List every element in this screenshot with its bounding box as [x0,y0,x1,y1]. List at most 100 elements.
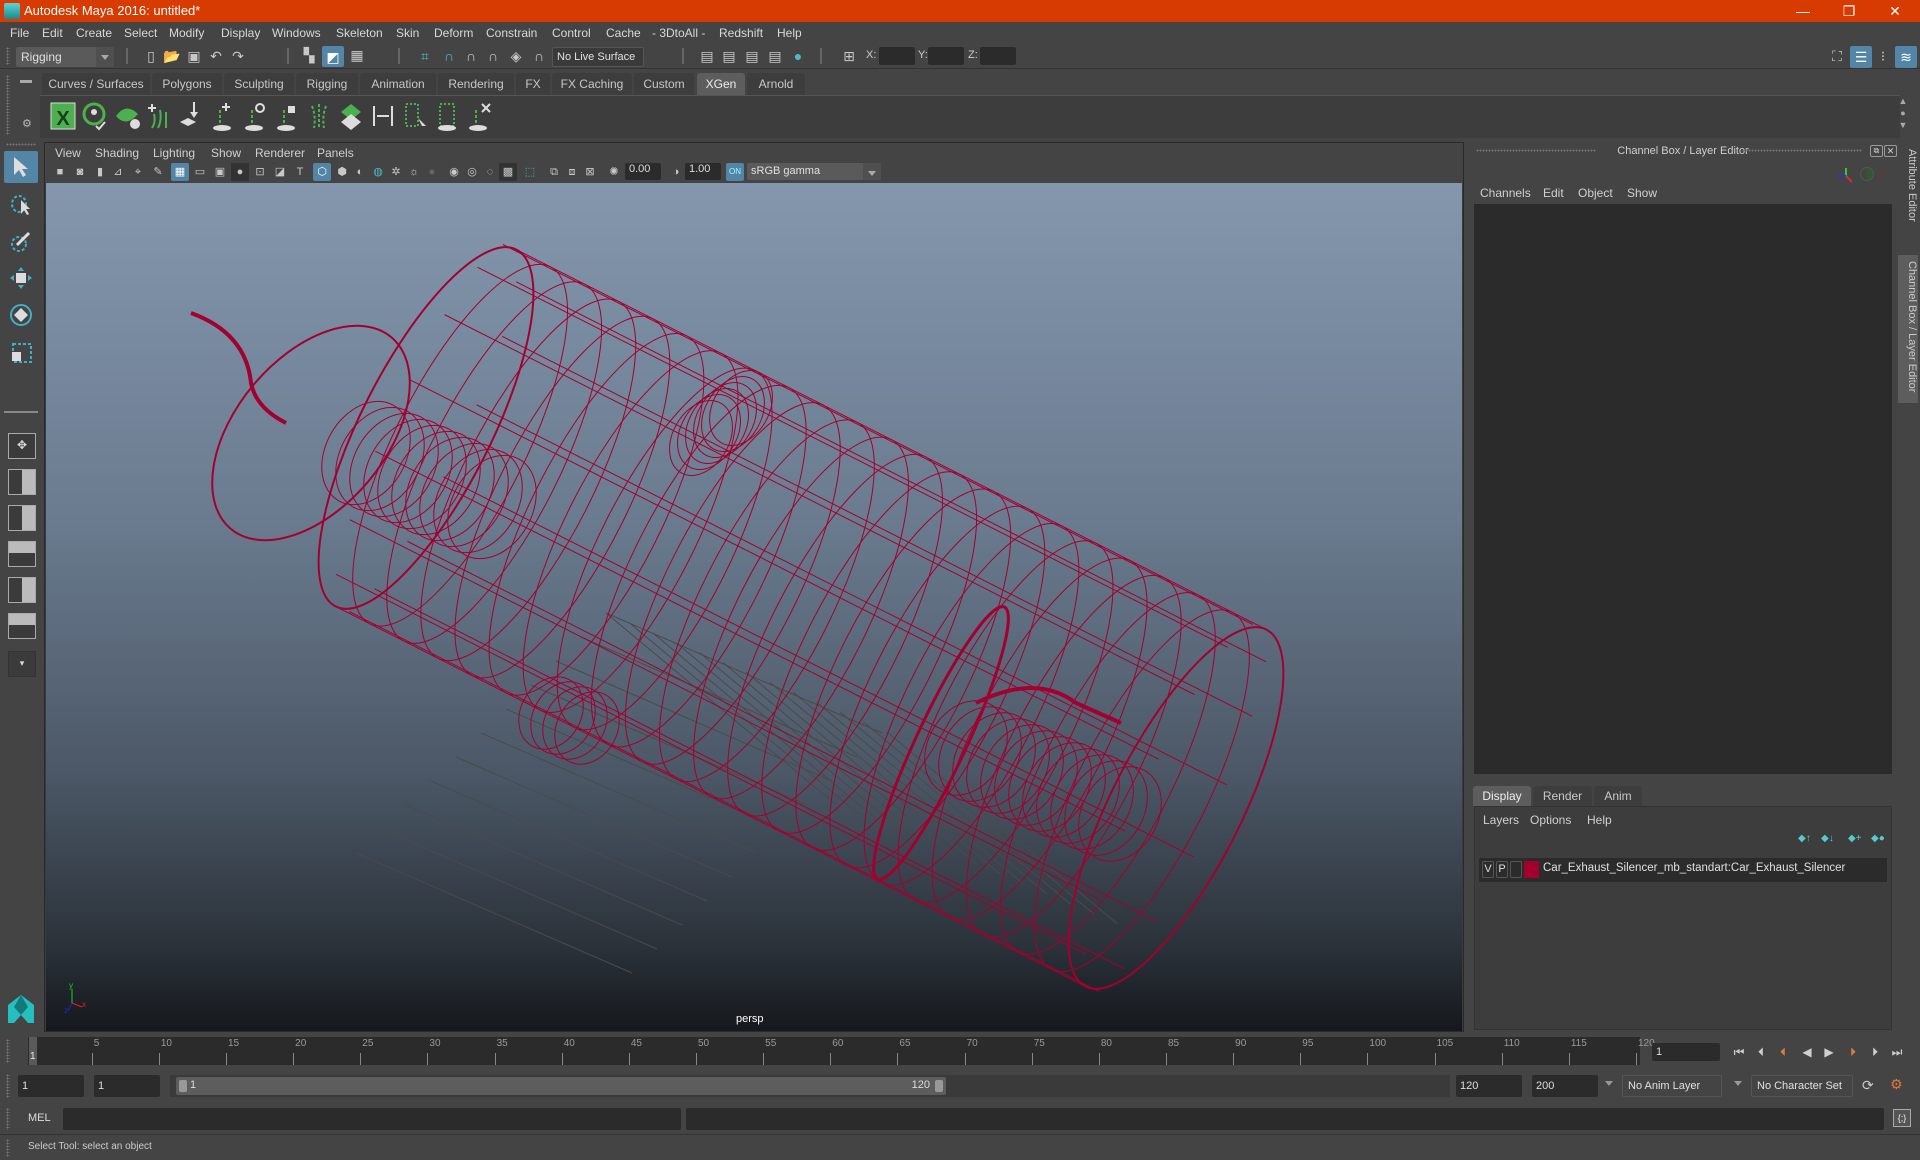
edit-menu[interactable]: Edit [1543,186,1564,200]
anim-layer-chevron-icon[interactable] [1605,1081,1613,1086]
xgen-select-tool-icon[interactable] [400,100,430,132]
panel-menu-show[interactable]: Show [211,146,241,160]
xgen-preview-icon[interactable] [80,100,110,132]
xgen-add-guide-icon[interactable] [144,100,174,132]
multisample-aa-icon[interactable]: ◎ [463,163,481,181]
range-end-handle[interactable] [935,1080,943,1092]
speed-icon[interactable] [1860,167,1874,181]
shelf-tab-arnold[interactable]: Arnold [747,73,805,95]
viewport-canvas[interactable]: y x z persp [46,183,1462,1031]
layer-display-type-toggle[interactable] [1510,861,1522,878]
layer-tab-render[interactable]: Render [1533,786,1592,806]
gamma-icon[interactable]: ◑ [667,163,685,181]
tool-settings-icon[interactable]: ⁝ [1874,47,1892,65]
safe-action-icon[interactable]: ◪ [271,163,289,181]
depth-of-field-icon[interactable]: ◌ [481,163,499,181]
range-grip[interactable] [6,1074,10,1098]
anim-layer-dropdown[interactable]: No Anim Layer [1622,1075,1722,1097]
layer-visibility-toggle[interactable]: V [1482,861,1494,878]
play-backwards-button[interactable]: ◀ [1798,1045,1816,1061]
panel-menu-shading[interactable]: Shading [95,146,139,160]
xgen-clear-icon[interactable] [112,100,142,132]
range-slider[interactable]: 1 120 [176,1077,946,1095]
shelf-tab-rendering[interactable]: Rendering [438,73,514,95]
backface-culling-icon[interactable]: ⊠ [581,163,599,181]
shelf-grip[interactable] [6,75,10,135]
save-scene-icon[interactable]: ▣ [185,47,203,65]
maximize-button[interactable]: ❐ [1826,0,1872,22]
shelf-scroll-arrows[interactable]: ▲ ● ▼ [1896,95,1910,135]
shelf-tab-sculpting[interactable]: Sculpting [224,73,294,95]
move-tool[interactable] [4,262,38,294]
cmdline-grip[interactable] [6,1108,10,1130]
menu-redshift[interactable]: Redshift [719,26,763,40]
playback-end-field[interactable]: 120 [1456,1075,1522,1097]
hyper-icon[interactable]: ╱ [1878,168,1890,180]
help-menu[interactable]: Help [1587,813,1612,827]
xgen-add-guide-single-icon[interactable] [208,100,238,132]
menu-control[interactable]: Control [552,26,591,40]
xgen-select-guide-icon[interactable] [240,100,270,132]
play-forwards-button[interactable]: ▶ [1820,1045,1838,1061]
motion-blur-icon[interactable]: ◉ [445,163,463,181]
panel-grip[interactable] [1742,149,1862,152]
time-slider-grip[interactable] [6,1039,10,1063]
menu-modify[interactable]: Modify [169,26,204,40]
xray-joints-icon[interactable]: ⧉ [545,163,563,181]
channels-menu[interactable]: Channels [1480,186,1531,200]
modeling-toolkit-icon[interactable]: ⛶ [1828,47,1846,65]
new-layer-from-selected-icon[interactable]: ◆● [1871,833,1885,844]
helpline-grip[interactable] [6,1139,10,1157]
menu-3dtoall[interactable]: - 3DtoAll - [652,26,705,40]
shelf-tab-fx-caching[interactable]: FX Caching [552,73,632,95]
shelf-tab-fx[interactable]: FX [516,73,550,95]
single-perspective-layout-button[interactable]: ✥ [8,433,36,459]
shadows-icon[interactable]: ☼ [405,163,423,181]
select-hierarchy-icon[interactable]: ▚ [300,46,318,64]
xgen-lock-guide-icon[interactable] [272,100,302,132]
smooth-shade-icon[interactable]: ⬢ [333,163,351,181]
layer-playback-toggle[interactable]: P [1496,861,1508,878]
time-slider-track[interactable]: 1 5 10 15 20 25 30 35 40 45 50 55 60 65 70 75 80 85 90 95 1… [28,1037,1655,1065]
safe-title-icon[interactable]: T [291,163,309,181]
persp-outliner-graph-layout-button[interactable] [8,613,36,639]
snap-point-icon[interactable]: ∩ [462,47,480,65]
z-field[interactable] [980,47,1016,65]
gate-mask-icon[interactable]: ● [231,163,249,181]
layout-more-button[interactable]: ▾ [8,651,36,677]
x-field[interactable] [879,47,915,65]
shelf-tab-menu-icon[interactable] [20,80,32,83]
animation-preferences-icon[interactable]: ⚙ [1890,1076,1903,1093]
exposure-field[interactable]: 0.00 [625,163,661,180]
rotate-tool[interactable] [4,299,38,331]
character-set-dropdown[interactable]: No Character Set [1751,1075,1853,1097]
menu-skin[interactable]: Skin [396,26,419,40]
menu-file[interactable]: File [10,26,29,40]
menu-deform[interactable]: Deform [434,26,473,40]
go-to-end-button[interactable]: ⏭ [1888,1045,1906,1061]
snap-magnet-icon[interactable]: ∩ [530,47,548,65]
xgen-length-icon[interactable] [368,100,398,132]
object-menu[interactable]: Object [1578,186,1613,200]
menu-create[interactable]: Create [76,26,112,40]
float-panel-icon[interactable]: ⧉ [1870,145,1883,157]
four-view-layout-button[interactable] [8,469,36,495]
playback-start-field[interactable]: 1 [94,1075,160,1097]
channel-box-toggle-icon[interactable]: ≋ [1895,46,1917,68]
render-current-icon[interactable]: ▤ [720,47,738,65]
ipr-render-icon[interactable]: ▤ [743,47,761,65]
close-button[interactable]: ✕ [1872,0,1918,22]
shelf-settings-gear-icon[interactable]: ⚙ [22,117,32,130]
layer-row[interactable]: V P Car_Exhaust_Silencer_mb_standart:Car… [1479,858,1887,882]
shelf-tab-xgen[interactable]: XGen [697,73,745,95]
xray-active-icon[interactable]: ⧈ [563,163,581,181]
2d-pan-zoom-icon[interactable]: ⌖ [129,163,147,181]
color-management-toggle-icon[interactable]: ON [726,163,744,181]
xgen-rebuild-icon[interactable] [432,100,462,132]
snap-view-plane-icon[interactable]: ∩ [484,47,502,65]
textured-icon[interactable]: ◍ [369,163,387,181]
toolbox-grip[interactable] [6,143,36,146]
menu-windows[interactable]: Windows [272,26,321,40]
attribute-editor-side-tab[interactable]: Attribute Editor [1898,143,1918,255]
select-component-icon[interactable]: ▦ [348,46,366,64]
